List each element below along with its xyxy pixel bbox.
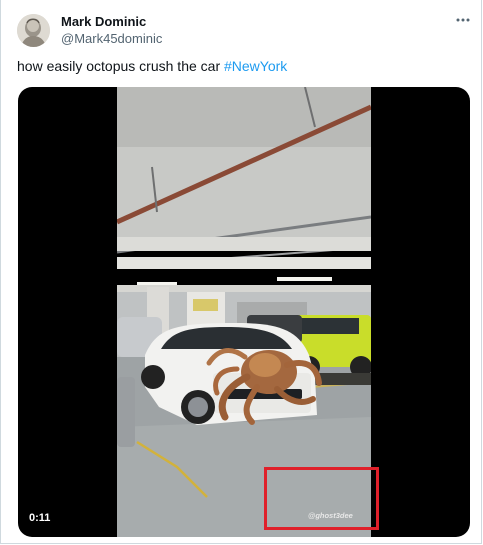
more-horizontal-icon [456, 18, 470, 22]
author-name[interactable]: Mark Dominic [61, 14, 146, 29]
tweet-text: how easily octopus crush the car #NewYor… [17, 58, 287, 74]
video-duration: 0:11 [29, 512, 51, 524]
hashtag-link[interactable]: #NewYork [224, 58, 287, 74]
avatar[interactable] [17, 14, 50, 47]
author-handle[interactable]: @Mark45dominic [61, 31, 162, 46]
tweet-body: how easily octopus crush the car [17, 58, 224, 74]
more-options-button[interactable] [453, 10, 473, 30]
tweet-card: Mark Dominic @Mark45dominic how easily o… [0, 0, 482, 544]
watermark-highlight-box [264, 467, 379, 530]
video-player[interactable]: 0:11 @ghost3dee [18, 87, 470, 537]
